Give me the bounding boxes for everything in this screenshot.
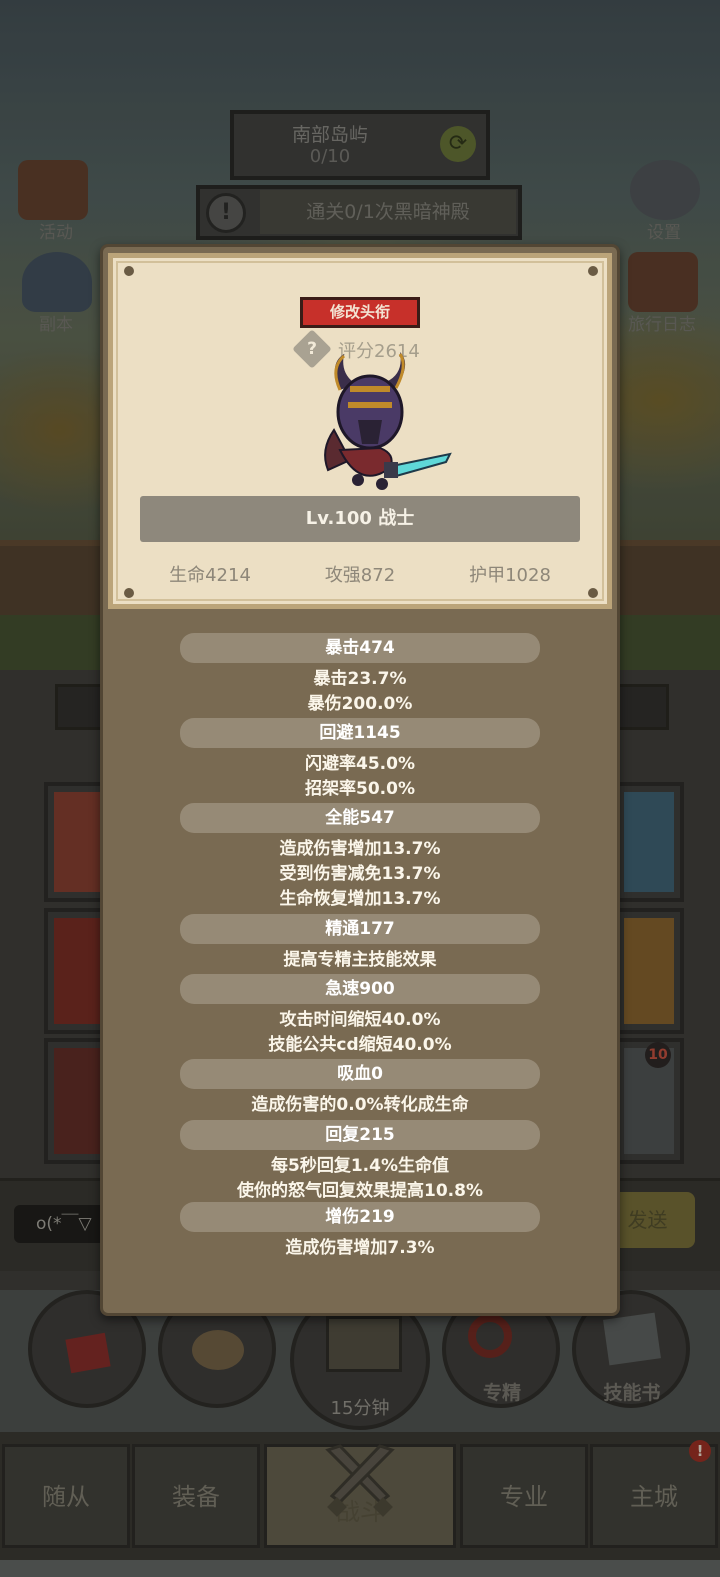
nail-icon	[588, 266, 598, 276]
stat-line: 招架率50.0%	[305, 779, 415, 799]
stat-line: 受到伤害减免13.7%	[279, 864, 441, 884]
stat-line: 暴伤200.0%	[307, 694, 413, 714]
stat-header-damage-bonus: 增伤219	[180, 1202, 540, 1232]
stat-line: 造成伤害增加13.7%	[279, 839, 441, 859]
nail-icon	[124, 266, 134, 276]
stat-header-versatility: 全能547	[180, 803, 540, 833]
stat-header-avoidance: 回避1145	[180, 718, 540, 748]
base-stat-armor: 护甲1028	[469, 565, 551, 586]
stat-header-haste: 急速900	[180, 974, 540, 1004]
base-stat-hp: 生命4214	[169, 565, 251, 586]
stat-line: 技能公共cd缩短40.0%	[268, 1035, 452, 1055]
stat-header-lifesteal: 吸血0	[180, 1059, 540, 1089]
nail-icon	[588, 588, 598, 598]
stat-line: 攻击时间缩短40.0%	[279, 1010, 441, 1030]
stat-line: 每5秒回复1.4%生命值	[271, 1156, 449, 1176]
stat-line: 使你的怒气回复效果提高10.8%	[237, 1181, 483, 1201]
stat-header-mastery: 精通177	[180, 914, 540, 944]
change-title-button[interactable]: 修改头衔	[300, 297, 420, 328]
stat-line: 生命恢复增加13.7%	[279, 889, 441, 909]
stat-line: 造成伤害的0.0%转化成生命	[251, 1095, 469, 1115]
stat-header-crit: 暴击474	[180, 633, 540, 663]
stat-line: 暴击23.7%	[313, 669, 407, 689]
stat-line: 提高专精主技能效果	[283, 950, 437, 970]
stat-line: 闪避率45.0%	[305, 754, 415, 774]
nail-icon	[124, 588, 134, 598]
stat-line: 造成伤害增加7.3%	[285, 1238, 435, 1258]
hero-warrior-sprite	[300, 350, 460, 500]
stat-header-regen: 回复215	[180, 1120, 540, 1150]
base-stat-attack: 攻强872	[324, 565, 396, 586]
hero-level-class: Lv.100 战士	[305, 508, 415, 529]
